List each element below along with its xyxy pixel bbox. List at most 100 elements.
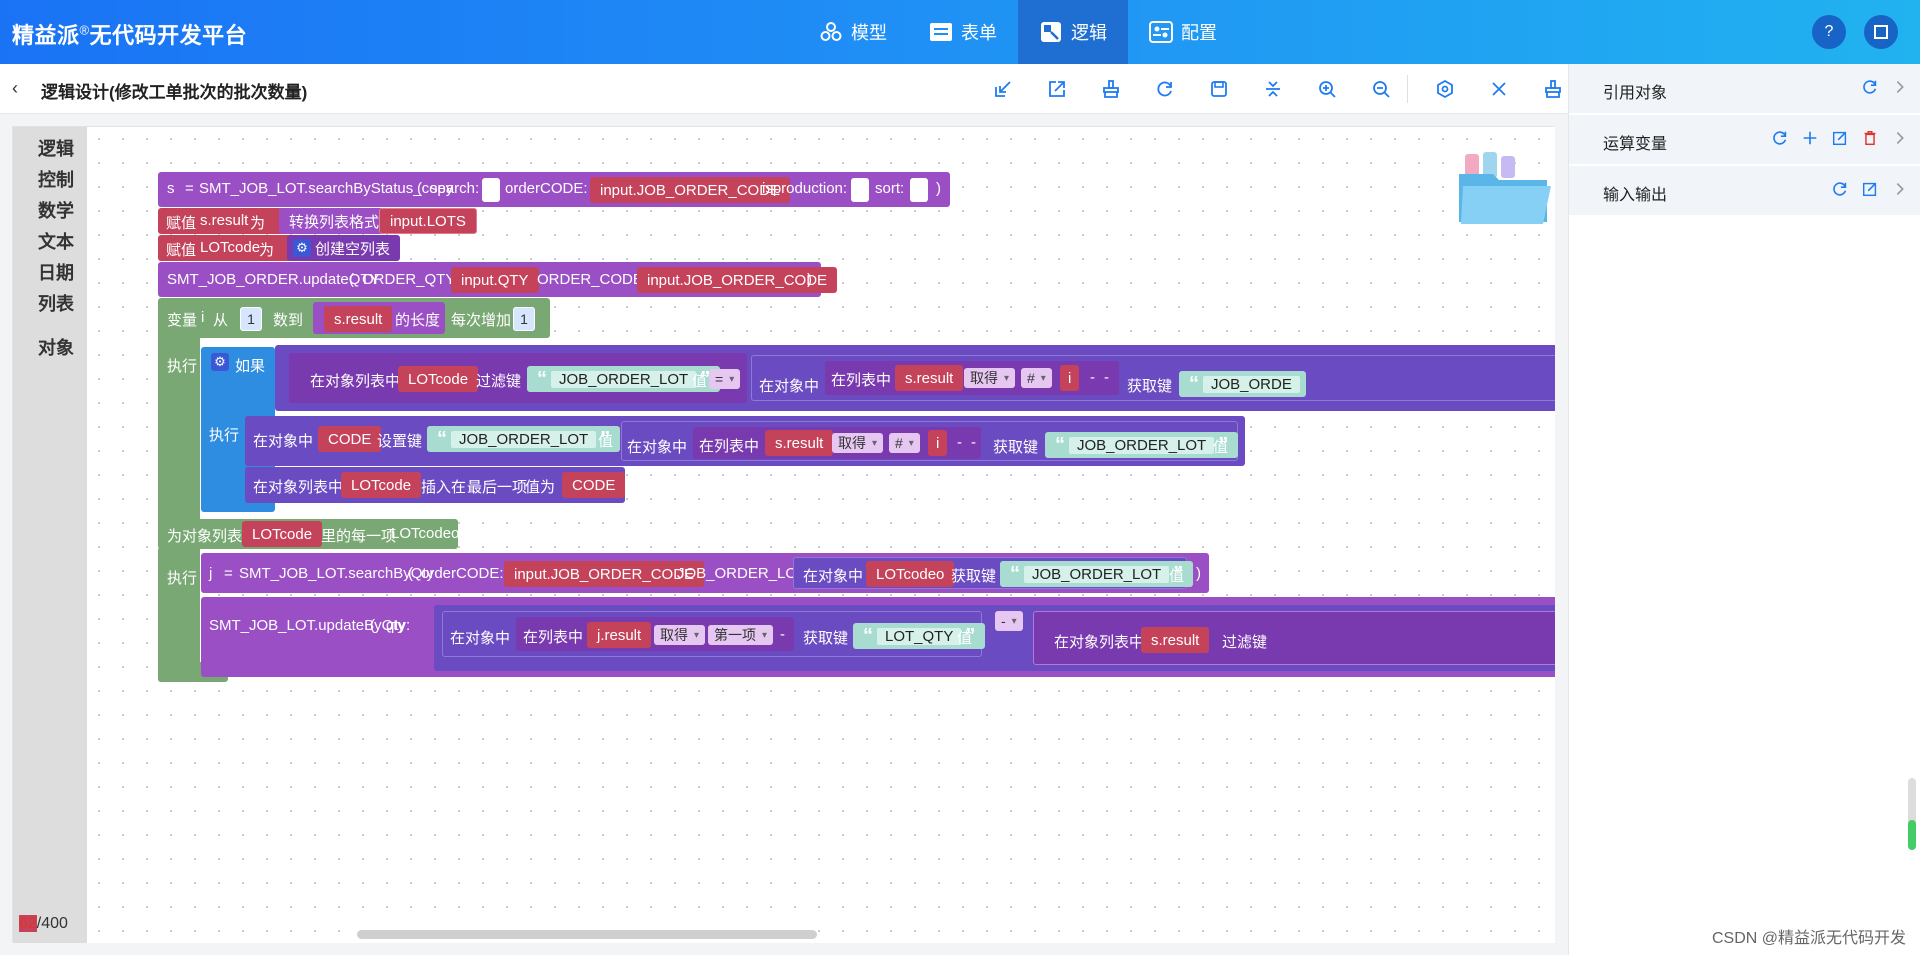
j-value-ordercode[interactable]: input.JOB_ORDER_CODE — [504, 561, 705, 587]
if-compare-op[interactable]: = — [709, 369, 741, 389]
foreach-list-lotcode[interactable]: LOTcode — [242, 521, 323, 547]
category-date[interactable]: 日期 — [38, 259, 74, 285]
if-filter-key: 过滤键 — [476, 373, 522, 390]
category-list[interactable]: 列表 — [38, 290, 74, 316]
b2-value-lots[interactable]: input.LOTS — [379, 208, 477, 234]
edit-icon[interactable] — [1831, 129, 1849, 147]
b1-key-isproduction: isproduction: — [762, 180, 848, 197]
upd-minus-dropdown[interactable]: - — [995, 611, 1023, 631]
zoom-in-button[interactable] — [1300, 75, 1354, 103]
b3-var: LOTcode — [200, 239, 261, 256]
foreach-label: 为对象列表 — [167, 528, 243, 545]
b2-assign: 赋值 — [166, 215, 197, 232]
delete-icon[interactable] — [1861, 129, 1879, 147]
set-sresult[interactable]: s.result — [765, 430, 834, 456]
settings-button[interactable] — [1418, 75, 1472, 103]
if-gear-icon[interactable]: ⚙ — [211, 353, 229, 371]
panel-reference-objects[interactable]: 引用对象 — [1569, 64, 1920, 114]
import-button[interactable] — [976, 75, 1030, 103]
category-text[interactable]: 文本 — [38, 228, 74, 254]
j-value-label: 值 — [1169, 568, 1185, 585]
export-button[interactable] — [1030, 75, 1084, 103]
help-button[interactable]: ? — [1812, 15, 1846, 49]
loop-to: 数到 — [273, 312, 304, 329]
b1-isproduction-slot[interactable] — [851, 178, 869, 202]
set-index-i[interactable]: i — [928, 430, 948, 456]
j-key-string[interactable]: “JOB_ORDER_LOT” — [1000, 561, 1194, 587]
edit-icon[interactable] — [1861, 180, 1879, 198]
chevron-right-icon[interactable] — [1891, 129, 1909, 147]
category-logic[interactable]: 逻辑 — [38, 135, 74, 161]
if-get-key: 获取键 — [1127, 378, 1173, 395]
b1-sort-slot[interactable] — [910, 178, 928, 202]
close-button[interactable] — [1472, 75, 1526, 103]
if-key2-text: JOB_ORDE — [1203, 375, 1300, 393]
panel-io-actions — [1831, 180, 1909, 198]
refresh-icon[interactable] — [1771, 129, 1789, 147]
set-key2-string[interactable]: “JOB_ORDER_LOT” — [1045, 432, 1239, 458]
b4-lparen: ( — [349, 271, 354, 288]
gear-icon[interactable]: ⚙ — [293, 239, 311, 257]
set-value-label: 值 — [598, 433, 614, 450]
set-object-code[interactable]: CODE — [318, 426, 382, 452]
b1-search-slot[interactable] — [482, 178, 500, 202]
set-key-label: 设置键 — [377, 433, 423, 450]
if-index-i[interactable]: i — [1060, 365, 1080, 391]
panel-input-output[interactable]: 输入输出 — [1569, 166, 1920, 216]
chevron-right-icon[interactable] — [1891, 180, 1909, 198]
j-object-lotcodeo[interactable]: LOTcodeo — [866, 561, 955, 587]
nav-config[interactable]: 配置 — [1128, 0, 1238, 64]
ins-value-code[interactable]: CODE — [562, 472, 626, 498]
set-dash-1: - — [957, 434, 962, 451]
nav-model[interactable]: 模型 — [798, 0, 908, 64]
canvas-horizontal-scrollbar[interactable] — [357, 930, 817, 939]
toolbar — [976, 75, 1580, 103]
refresh-icon[interactable] — [1831, 180, 1849, 198]
b2-convert-list[interactable]: 转换列表格式 — [279, 208, 390, 234]
loop-step-number[interactable]: 1 — [513, 307, 535, 331]
upd-dash: - — [780, 626, 785, 643]
zoom-out-button[interactable] — [1354, 75, 1408, 103]
b4-value-qty[interactable]: input.QTY — [451, 267, 539, 293]
category-object[interactable]: 对象 — [38, 334, 74, 360]
if-hash-dropdown[interactable]: # — [1021, 368, 1052, 388]
clean-button[interactable] — [1084, 75, 1138, 103]
loop-from: 从 — [213, 312, 229, 329]
refresh-icon[interactable] — [1861, 78, 1879, 96]
b1-value-ordercode[interactable]: input.JOB_ORDER_CODE — [590, 177, 791, 203]
refresh-button[interactable] — [1138, 75, 1192, 103]
nav-form[interactable]: 表单 — [908, 0, 1018, 64]
upd-first-dropdown[interactable]: 第一项 — [708, 625, 774, 645]
category-control[interactable]: 控制 — [38, 166, 74, 192]
nav-logic-label: 逻辑 — [1071, 23, 1107, 43]
open-quote: “ — [1189, 372, 1199, 395]
nav-logic[interactable]: 逻辑 — [1018, 0, 1128, 64]
if-sresult[interactable]: s.result — [895, 365, 964, 391]
set-hash-dropdown[interactable]: # — [889, 433, 920, 453]
if-list-lotcode[interactable]: LOTcode — [398, 366, 479, 392]
set-get-dropdown[interactable]: 取得 — [832, 433, 884, 453]
loop-start-number[interactable]: 1 — [240, 307, 262, 331]
loop-source-sresult[interactable]: s.result — [324, 306, 393, 332]
upd-jresult[interactable]: j.result — [587, 622, 652, 648]
back-arrow-icon[interactable]: ‹ — [12, 78, 18, 99]
upd-sresult[interactable]: s.result — [1141, 627, 1210, 653]
panel-operation-variables[interactable]: 运算变量 — [1569, 115, 1920, 165]
block-canvas[interactable]: s = SMT_JOB_LOT.searchByStatus_copy ( se… — [87, 127, 1555, 943]
collapse-button[interactable] — [1246, 75, 1300, 103]
set-key-string[interactable]: “JOB_ORDER_LOT” — [427, 426, 621, 452]
fullscreen-button[interactable] — [1864, 15, 1898, 49]
category-math[interactable]: 数学 — [38, 197, 74, 223]
plus-icon[interactable] — [1801, 129, 1819, 147]
if-get-dropdown[interactable]: 取得 — [964, 368, 1016, 388]
ins-list-lotcode[interactable]: LOTcode — [341, 472, 422, 498]
chevron-right-icon[interactable] — [1891, 78, 1909, 96]
upd-get-dropdown[interactable]: 取得 — [654, 625, 706, 645]
if-exec-label: 执行 — [209, 427, 240, 444]
foreach-item: LOTcodeo — [391, 525, 460, 542]
brand-logo[interactable]: 精益派®无代码开发平台 — [12, 18, 247, 50]
b1-eq: = — [185, 180, 194, 197]
loop-step-label: 每次增加 — [451, 312, 512, 329]
save-button[interactable] — [1192, 75, 1246, 103]
if-key2-string[interactable]: “JOB_ORDE — [1179, 371, 1306, 397]
